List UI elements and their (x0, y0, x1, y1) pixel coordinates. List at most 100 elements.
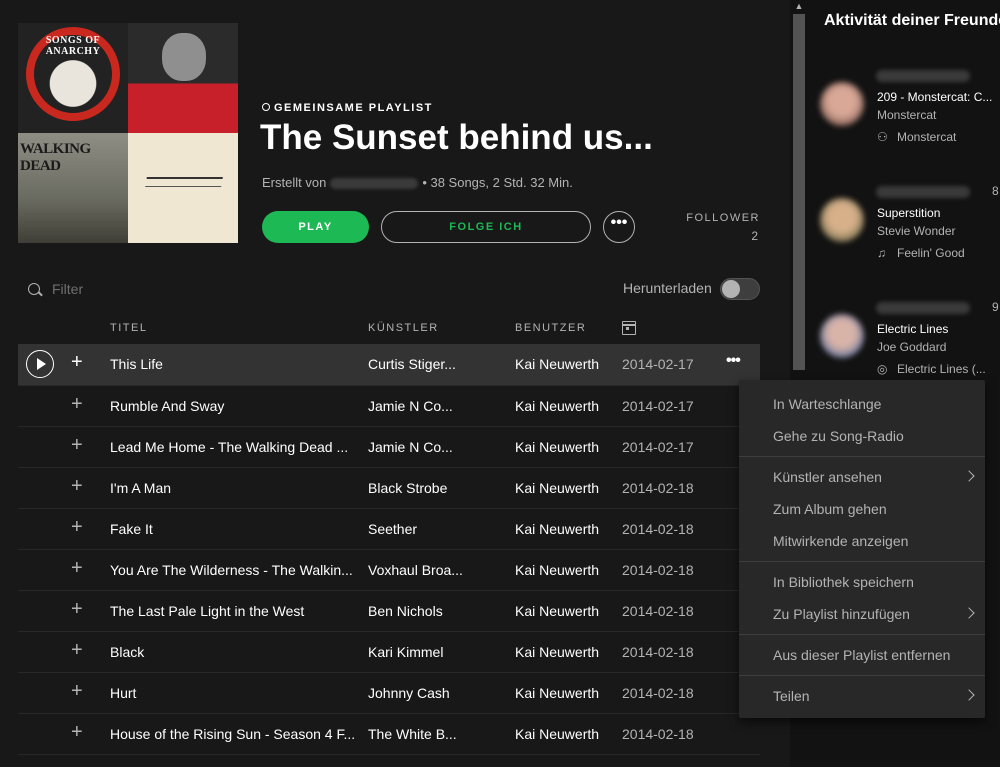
add-icon[interactable]: + (71, 681, 83, 701)
column-header-user[interactable]: BENUTZER (515, 322, 586, 334)
cover-portrait (162, 33, 206, 81)
track-date: 2014-02-18 (622, 521, 694, 537)
menu-item-add-to-playlist[interactable]: Zu Playlist hinzufügen (739, 598, 985, 630)
add-icon[interactable]: + (71, 476, 83, 496)
track-artist[interactable]: Kari Kimmel (368, 644, 466, 660)
play-track-icon[interactable] (26, 350, 54, 378)
track-user[interactable]: Kai Neuwerth (515, 644, 615, 660)
add-icon[interactable]: + (71, 722, 83, 742)
add-icon[interactable]: + (71, 352, 83, 372)
friend-name-blurred[interactable] (876, 302, 970, 314)
track-user[interactable]: Kai Neuwerth (515, 726, 615, 742)
follow-button[interactable]: FOLGE ICH (381, 211, 591, 243)
track-artist[interactable]: Jamie N Co... (368, 398, 466, 414)
avatar[interactable] (820, 82, 864, 126)
menu-item-remove-from-playlist[interactable]: Aus dieser Playlist entfernen (739, 639, 985, 671)
track-user[interactable]: Kai Neuwerth (515, 562, 615, 578)
track-title: House of the Rising Sun - Season 4 F... (110, 726, 356, 742)
more-options-button[interactable]: ••• (603, 211, 635, 243)
owner-name-blurred[interactable] (330, 178, 419, 190)
menu-item-save-to-library[interactable]: In Bibliothek speichern (739, 566, 985, 598)
friend-name-blurred[interactable] (876, 70, 970, 82)
download-toggle[interactable] (720, 278, 760, 300)
friend-item[interactable]: 209 - Monstercat: C... Monstercat ⚇ Monst… (808, 60, 1000, 170)
track-artist[interactable]: The White B... (368, 726, 466, 742)
scrollbar-thumb[interactable] (793, 14, 805, 370)
menu-divider (739, 634, 985, 635)
menu-item-song-radio[interactable]: Gehe zu Song-Radio (739, 420, 985, 452)
menu-item-go-to-album[interactable]: Zum Album gehen (739, 493, 985, 525)
friend-context[interactable]: ◎ Electric Lines (... (877, 362, 986, 376)
chevron-right-icon (963, 689, 975, 701)
download-label: Herunterladen (623, 280, 712, 296)
column-header-title[interactable]: TITEL (110, 322, 147, 334)
add-icon[interactable]: + (71, 763, 83, 767)
friend-context[interactable]: ♫ Feelin' Good (877, 246, 965, 260)
menu-item-view-artist[interactable]: Künstler ansehen (739, 461, 985, 493)
menu-item-share[interactable]: Teilen (739, 680, 985, 712)
track-row[interactable]: + The Last Pale Light in the West Ben Ni… (18, 590, 760, 631)
play-button[interactable]: PLAY (262, 211, 369, 243)
track-row[interactable]: + Hurt Johnny Cash Kai Neuwerth 2014-02-… (18, 672, 760, 713)
track-artist[interactable]: Seether (368, 521, 466, 537)
track-artist[interactable]: Johnny Cash (368, 685, 466, 701)
track-title: Black (110, 644, 145, 660)
track-user[interactable]: Kai Neuwerth (515, 685, 615, 701)
add-icon[interactable]: + (71, 517, 83, 537)
track-row[interactable]: + Fake It Seether Kai Neuwerth 2014-02-1… (18, 508, 760, 549)
friend-artist[interactable]: Stevie Wonder (877, 224, 956, 238)
track-artist[interactable]: Curtis Stiger... (368, 356, 466, 372)
track-user[interactable]: Kai Neuwerth (515, 439, 615, 455)
playlist-meta: Erstellt von • 38 Songs, 2 Std. 32 Min. (262, 175, 573, 190)
add-icon[interactable]: + (71, 394, 83, 414)
playlist-stats: • 38 Songs, 2 Std. 32 Min. (422, 175, 573, 190)
column-header-artist[interactable]: KÜNSTLER (368, 322, 439, 334)
chevron-right-icon (963, 607, 975, 619)
track-user[interactable]: Kai Neuwerth (515, 480, 615, 496)
friend-artist[interactable]: Joe Goddard (877, 340, 946, 354)
track-user[interactable]: Kai Neuwerth (515, 603, 615, 619)
track-row[interactable]: + Lead Me Home - The Walking Dead ... Ja… (18, 426, 760, 467)
track-user[interactable]: Kai Neuwerth (515, 356, 615, 372)
friend-track[interactable]: 209 - Monstercat: C... (877, 90, 992, 104)
user-group-icon: ⚇ (877, 130, 888, 144)
menu-item-show-credits[interactable]: Mitwirkende anzeigen (739, 525, 985, 557)
add-icon[interactable]: + (71, 599, 83, 619)
track-more-icon[interactable]: ••• (726, 352, 741, 370)
add-icon[interactable]: + (71, 435, 83, 455)
track-row[interactable]: + (18, 754, 760, 767)
track-row[interactable]: + You Are The Wilderness - The Walkin...… (18, 549, 760, 590)
filter-box[interactable] (28, 279, 252, 299)
track-row[interactable]: + I'm A Man Black Strobe Kai Neuwerth 20… (18, 467, 760, 508)
cover-art-songs-of-anarchy: SONGS OF ANARCHY (18, 23, 128, 133)
track-artist[interactable]: Ben Nichols (368, 603, 466, 619)
friend-item[interactable]: 8 Superstition Stevie Wonder ♫ Feelin' Go… (808, 176, 1000, 286)
friend-artist[interactable]: Monstercat (877, 108, 936, 122)
friend-context[interactable]: ⚇ Monstercat (877, 130, 956, 144)
add-icon[interactable]: + (71, 640, 83, 660)
menu-divider (739, 675, 985, 676)
menu-divider (739, 561, 985, 562)
calendar-icon[interactable] (622, 321, 636, 335)
menu-item-queue[interactable]: In Warteschlange (739, 388, 985, 420)
track-row[interactable]: + Black Kari Kimmel Kai Neuwerth 2014-02… (18, 631, 760, 672)
track-user[interactable]: Kai Neuwerth (515, 521, 615, 537)
friend-track[interactable]: Electric Lines (877, 322, 948, 336)
add-icon[interactable]: + (71, 558, 83, 578)
track-row[interactable]: + This Life Curtis Stiger... Kai Neuwert… (18, 344, 760, 385)
track-date: 2014-02-18 (622, 562, 694, 578)
track-row[interactable]: + Rumble And Sway Jamie N Co... Kai Neuw… (18, 385, 760, 426)
track-user[interactable]: Kai Neuwerth (515, 398, 615, 414)
friend-name-blurred[interactable] (876, 186, 970, 198)
track-row[interactable]: + House of the Rising Sun - Season 4 F..… (18, 713, 760, 754)
track-artist[interactable]: Jamie N Co... (368, 439, 466, 455)
avatar[interactable] (820, 314, 864, 358)
filter-input[interactable] (52, 281, 252, 297)
track-artist[interactable]: Black Strobe (368, 480, 466, 496)
scroll-up-icon[interactable]: ▲ (794, 0, 804, 12)
playlist-type-text: GEMEINSAME PLAYLIST (274, 102, 433, 114)
avatar[interactable] (820, 198, 864, 242)
cover-art-black-strobe (128, 133, 238, 243)
friend-track[interactable]: Superstition (877, 206, 940, 220)
track-artist[interactable]: Voxhaul Broa... (368, 562, 466, 578)
